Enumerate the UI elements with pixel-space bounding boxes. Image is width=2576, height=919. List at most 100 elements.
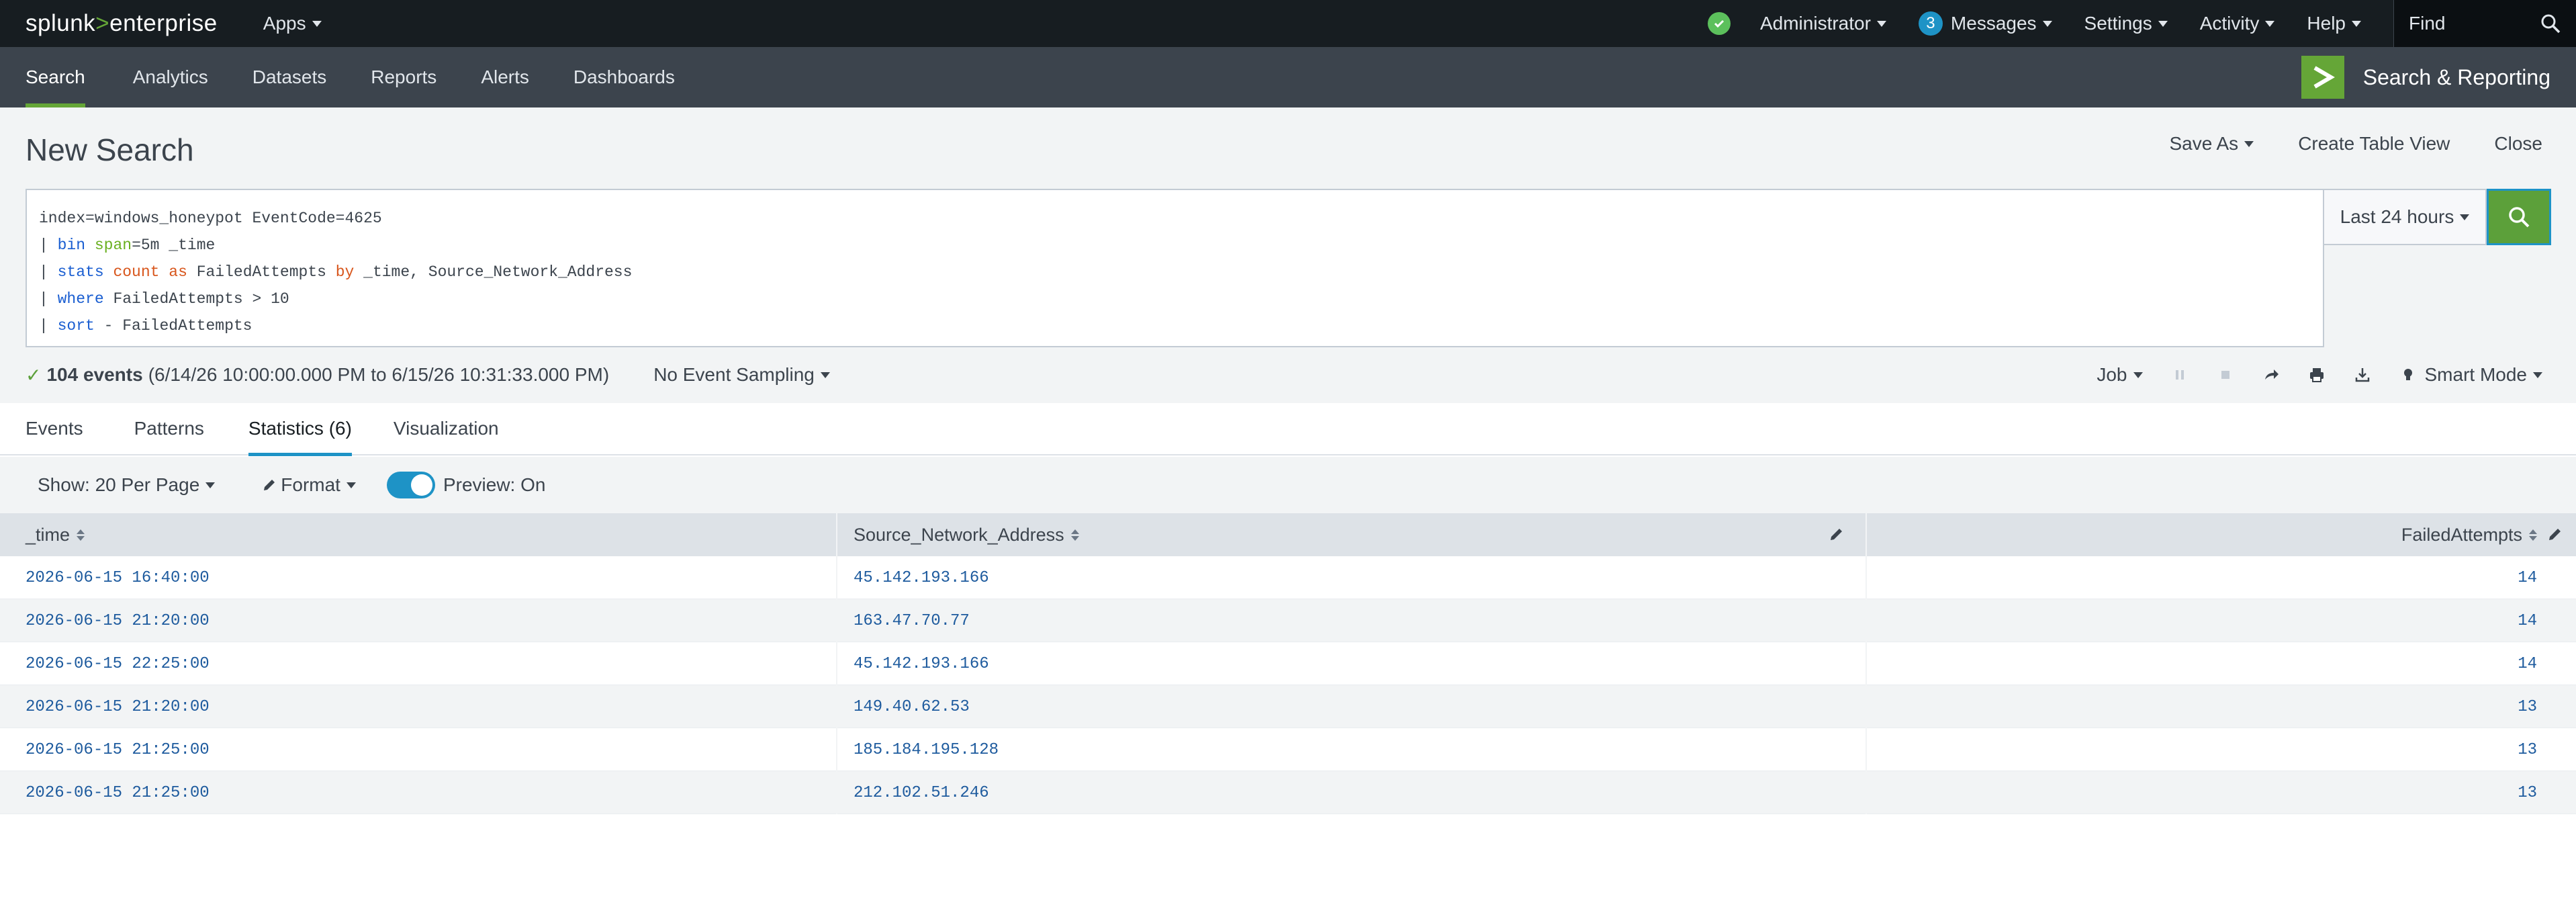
per-page-dropdown[interactable]: Show: 20 Per Page: [38, 474, 216, 496]
column-label: _time: [26, 524, 71, 545]
print-icon[interactable]: [2308, 366, 2326, 384]
caret-down-icon: [2244, 140, 2254, 147]
cell-time[interactable]: 2026-06-15 21:25:00: [0, 728, 836, 771]
cell-failed-attempts[interactable]: 13: [1866, 728, 2576, 771]
search-mode-menu[interactable]: Smart Mode: [2399, 364, 2542, 386]
cell-failed-attempts[interactable]: 13: [1866, 685, 2576, 728]
cell-failed-attempts[interactable]: 14: [1866, 642, 2576, 685]
find-input[interactable]: Find: [2393, 0, 2576, 47]
tab-analytics[interactable]: Analytics: [133, 47, 208, 107]
column-header-failed-attempts[interactable]: FailedAttempts: [1866, 513, 2576, 556]
check-icon: ✓: [26, 364, 42, 386]
caret-down-icon: [2158, 20, 2168, 27]
tab-visualization[interactable]: Visualization: [394, 402, 499, 455]
save-as-label: Save As: [2169, 133, 2239, 154]
table-row: 2026-06-15 16:40:00 45.142.193.166 14: [0, 556, 2576, 599]
query-keyword-as: as: [169, 263, 187, 281]
sort-icon: [1070, 529, 1079, 541]
query-pipe: |: [39, 317, 48, 335]
logo-splunk-text: splunk: [26, 10, 96, 36]
pencil-icon: [264, 480, 275, 490]
cell-time[interactable]: 2026-06-15 21:20:00: [0, 599, 836, 642]
caret-down-icon: [2042, 20, 2052, 27]
edit-column-icon[interactable]: [1828, 525, 1845, 543]
job-menu[interactable]: Job: [2097, 364, 2143, 386]
app-title[interactable]: Search & Reporting: [2301, 56, 2550, 99]
search-submit-button[interactable]: [2487, 189, 2551, 245]
query-command-where: where: [57, 290, 104, 308]
column-header-source-network-address[interactable]: Source_Network_Address: [836, 513, 1866, 556]
cell-source-address[interactable]: 185.184.195.128: [836, 728, 1866, 771]
stop-icon[interactable]: [2217, 366, 2234, 384]
event-sampling-dropdown[interactable]: No Event Sampling: [653, 364, 830, 386]
query-sort-field: - FailedAttempts: [94, 317, 252, 335]
help-menu[interactable]: Help: [2307, 13, 2361, 34]
cell-source-address[interactable]: 149.40.62.53: [836, 685, 1866, 728]
search-query-input[interactable]: index=windows_honeypot EventCode=4625 | …: [26, 189, 2324, 347]
column-header-time[interactable]: _time: [0, 513, 836, 556]
format-dropdown[interactable]: Format: [262, 474, 356, 496]
query-arg-span: span: [94, 236, 132, 254]
sort-icon: [77, 529, 85, 541]
tab-datasets[interactable]: Datasets: [252, 47, 327, 107]
caret-down-icon: [205, 482, 216, 488]
apps-menu[interactable]: Apps: [263, 13, 322, 34]
create-table-view-button[interactable]: Create Table View: [2298, 133, 2450, 155]
tab-reports[interactable]: Reports: [371, 47, 436, 107]
messages-menu[interactable]: 3 Messages: [1918, 11, 2052, 36]
toggle-switch[interactable]: [386, 472, 435, 498]
check-circle-icon[interactable]: [1707, 12, 1731, 35]
apps-label: Apps: [263, 13, 306, 34]
column-label: Source_Network_Address: [854, 524, 1064, 545]
query-keyword-by: by: [335, 263, 355, 281]
cell-time[interactable]: 2026-06-15 21:25:00: [0, 771, 836, 814]
tab-dashboards[interactable]: Dashboards: [573, 47, 675, 107]
cell-time[interactable]: 2026-06-15 22:25:00: [0, 642, 836, 685]
logo-enterprise-text: enterprise: [109, 10, 218, 36]
top-bar: splunk>enterprise Apps Administrator 3 Me…: [0, 0, 2576, 47]
caret-down-icon: [2533, 371, 2542, 378]
tab-events[interactable]: Events: [26, 402, 83, 455]
close-button[interactable]: Close: [2494, 133, 2542, 155]
save-as-button[interactable]: Save As: [2169, 133, 2254, 155]
edit-column-icon[interactable]: [2546, 525, 2564, 543]
splunk-logo[interactable]: splunk>enterprise: [26, 10, 218, 37]
cell-source-address[interactable]: 163.47.70.77: [836, 599, 1866, 642]
time-range-picker[interactable]: Last 24 hours: [2324, 189, 2487, 245]
app-title-label: Search & Reporting: [2362, 64, 2550, 89]
cell-time[interactable]: 2026-06-15 16:40:00: [0, 556, 836, 599]
cell-source-address[interactable]: 45.142.193.166: [836, 556, 1866, 599]
tab-search[interactable]: Search: [26, 47, 85, 107]
caret-down-icon: [2133, 371, 2143, 378]
export-icon[interactable]: [2354, 366, 2371, 384]
cell-source-address[interactable]: 212.102.51.246: [836, 771, 1866, 814]
app-bar: Search Analytics Datasets Reports Alerts…: [0, 47, 2576, 107]
cell-failed-attempts[interactable]: 14: [1866, 556, 2576, 599]
page-title: New Search: [26, 132, 194, 167]
activity-menu[interactable]: Activity: [2200, 13, 2275, 34]
cell-source-address[interactable]: 45.142.193.166: [836, 642, 1866, 685]
cell-failed-attempts[interactable]: 14: [1866, 599, 2576, 642]
settings-menu[interactable]: Settings: [2084, 13, 2168, 34]
search-icon: [2509, 207, 2530, 228]
results-toolbar: Show: 20 Per Page Format Preview: On: [0, 457, 2576, 513]
lightbulb-icon: [2403, 369, 2412, 380]
search-icon[interactable]: [2540, 13, 2561, 34]
table-row: 2026-06-15 21:25:00 212.102.51.246 13: [0, 771, 2576, 814]
pause-icon[interactable]: [2171, 366, 2189, 384]
query-pipe: |: [39, 263, 48, 281]
cell-failed-attempts[interactable]: 13: [1866, 771, 2576, 814]
cell-time[interactable]: 2026-06-15 21:20:00: [0, 685, 836, 728]
query-command-sort: sort: [57, 317, 95, 335]
preview-toggle[interactable]: Preview: On: [386, 472, 545, 498]
caret-down-icon: [2460, 214, 2470, 220]
caret-down-icon: [2352, 20, 2361, 27]
tab-statistics[interactable]: Statistics (6): [248, 402, 352, 456]
administrator-label: Administrator: [1759, 13, 1871, 34]
table-body: 2026-06-15 16:40:00 45.142.193.166 14 20…: [0, 556, 2576, 814]
tab-alerts[interactable]: Alerts: [481, 47, 529, 107]
messages-label: Messages: [1950, 13, 2037, 34]
administrator-menu[interactable]: Administrator: [1760, 13, 1886, 34]
share-icon[interactable]: [2262, 366, 2280, 384]
tab-patterns[interactable]: Patterns: [134, 402, 204, 455]
